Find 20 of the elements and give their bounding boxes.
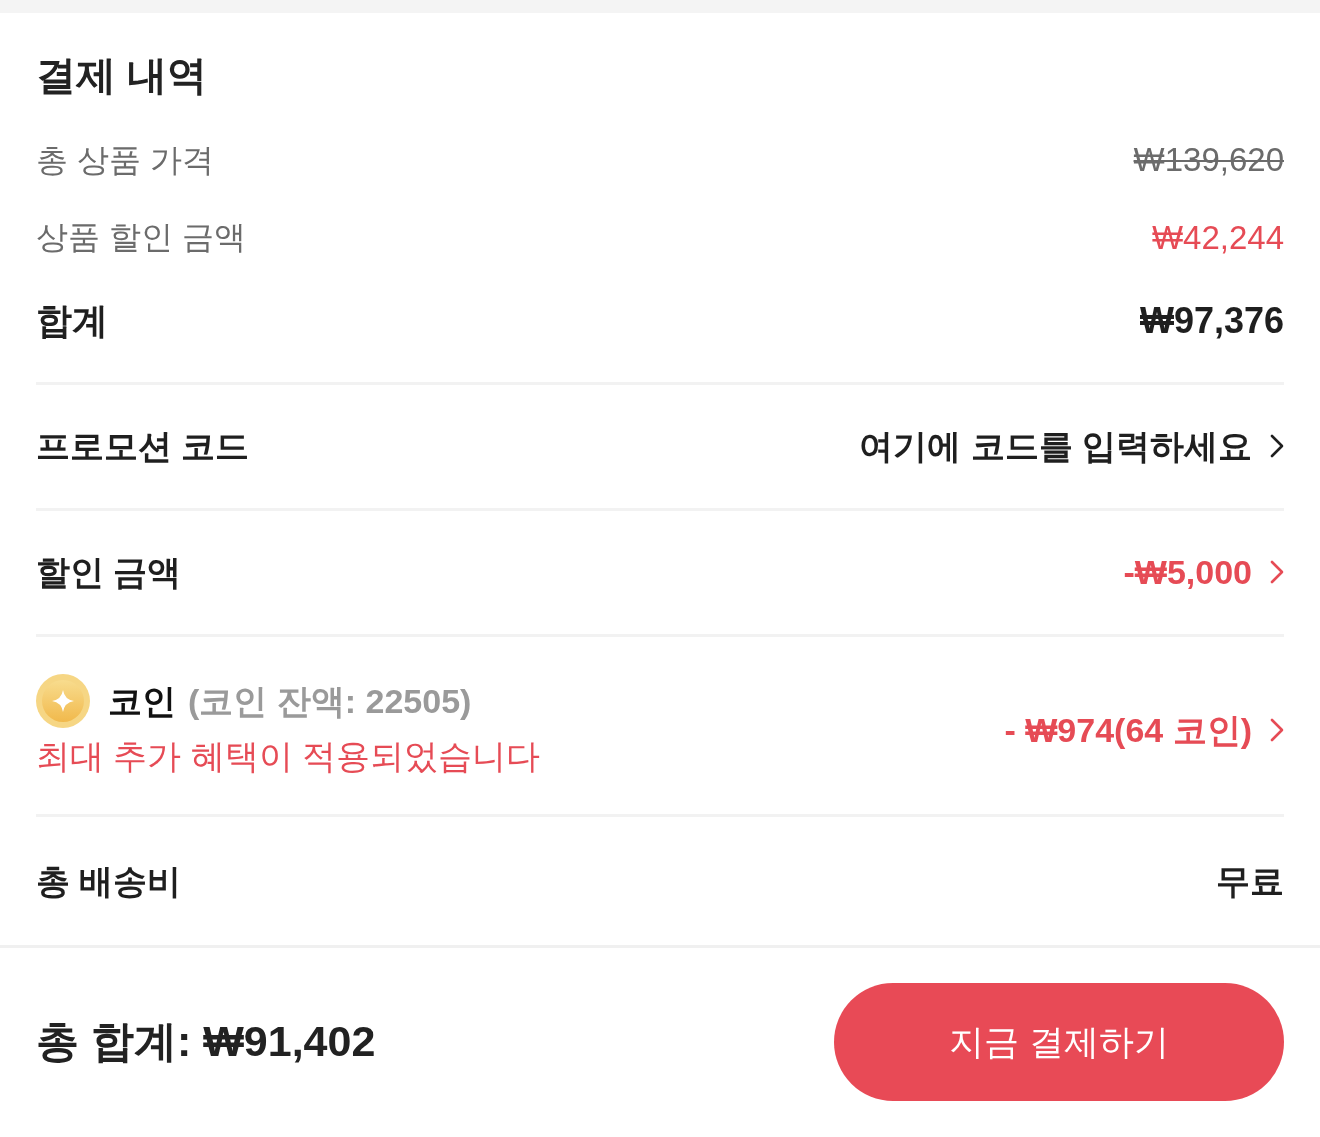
benefit-note: 최대 추가 혜택이 적용되었습니다 (36, 736, 541, 777)
pay-now-button[interactable]: 지금 결제하기 (834, 983, 1284, 1101)
row-label: 할인 금액 (36, 552, 182, 593)
row-label: 프로모션 코드 (36, 426, 250, 467)
discount-amount: ₩42,244 (1151, 217, 1284, 258)
row-value-link[interactable]: 여기에 코드를 입력하세요 (859, 426, 1284, 467)
row-value: 무료 (1216, 860, 1284, 902)
section-title: 결제 내역 (36, 52, 209, 99)
summary-label: 총 상품 가격 (36, 140, 214, 180)
row-value-link[interactable]: -₩5,000 (1123, 552, 1284, 593)
coin-balance: (코인 잔액: 22505) (188, 680, 472, 722)
row-label: 총 배송비 (36, 860, 182, 902)
grand-total: 총 합계: ₩91,402 (36, 1016, 376, 1068)
row-label: 코인 (108, 680, 176, 722)
summary-label: 상품 할인 금액 (36, 218, 246, 257)
subtotal-amount: ₩97,376 (1139, 298, 1284, 343)
original-price: ₩139,620 (1133, 140, 1284, 180)
row-value-link[interactable]: - ₩974(64 코인) (1004, 710, 1284, 751)
coin-icon (36, 674, 90, 729)
summary-label: 합계 (36, 298, 108, 343)
